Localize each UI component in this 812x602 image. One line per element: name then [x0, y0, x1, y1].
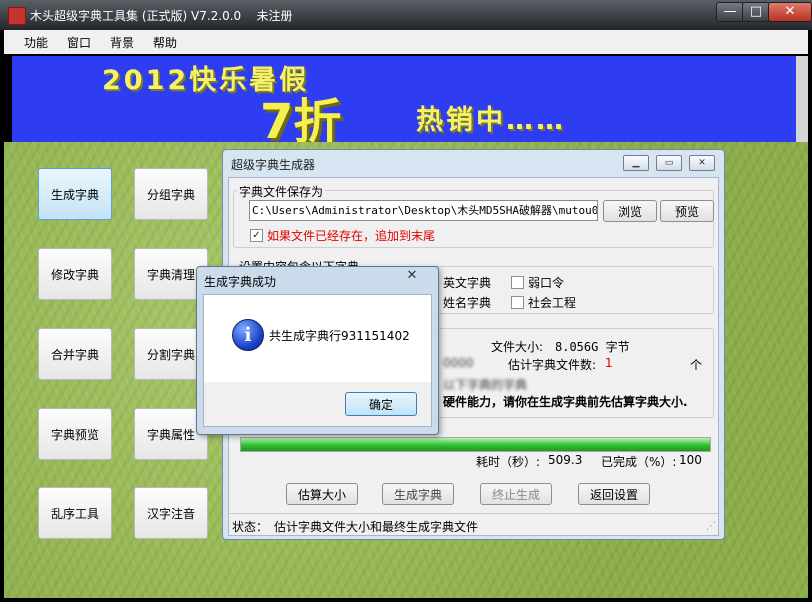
title-bar: 木头超级字典工具集 (正式版) V7.2.0.0 未注册 — □ ✕: [0, 0, 812, 30]
generator-title: 超级字典生成器: [231, 158, 316, 172]
option-english-label: 英文字典: [443, 276, 492, 290]
group-dictionary-button[interactable]: 分组字典: [134, 168, 208, 220]
dialog-title: 生成字典成功: [204, 275, 277, 289]
menu-help[interactable]: 帮助: [153, 34, 177, 51]
option-names-label: 姓名字典: [443, 296, 492, 310]
completed-value: 100: [679, 453, 702, 467]
progress-fill: [241, 438, 710, 451]
menu-function[interactable]: 功能: [24, 34, 48, 51]
dialog-footer: 确定: [203, 382, 432, 427]
menu-background[interactable]: 背景: [110, 34, 134, 51]
estimated-count-label: 估计字典文件数:: [508, 358, 597, 372]
elapsed-label: 耗时（秒）:: [476, 455, 541, 469]
menu-window[interactable]: 窗口: [67, 34, 91, 51]
banner-scrollbar[interactable]: [796, 56, 808, 142]
back-to-settings-button[interactable]: 返回设置: [578, 483, 650, 505]
menu-bar: 功能 窗口 背景 帮助: [4, 30, 808, 54]
close-button[interactable]: ✕: [768, 2, 812, 22]
browse-button[interactable]: 浏览: [603, 200, 657, 222]
ok-button[interactable]: 确定: [345, 392, 417, 416]
banner-tagline: 热销中……: [416, 105, 566, 136]
generator-close-button[interactable]: ✕: [689, 155, 715, 171]
status-label: 状态：: [232, 520, 269, 534]
option-social-engineering-label: 社会工程: [528, 296, 577, 310]
stop-generation-button[interactable]: 终止生成: [480, 483, 552, 505]
success-dialog: 生成字典成功 ✕ i 共生成字典行931151402 确定: [196, 266, 439, 435]
preview-button[interactable]: 预览: [660, 200, 714, 222]
blurred-option-label: 以下字典的字典: [443, 378, 528, 392]
minimize-button[interactable]: —: [716, 2, 744, 22]
append-checkbox-label: 如果文件已经存在，追加到末尾: [267, 229, 436, 243]
file-size-value: 8.056G 字节: [555, 340, 630, 354]
estimate-size-button[interactable]: 估算大小: [286, 483, 358, 505]
resize-grip-icon[interactable]: ⋰: [706, 521, 716, 532]
merge-dictionary-button[interactable]: 合并字典: [38, 328, 112, 380]
append-checkbox[interactable]: ✓: [250, 229, 263, 242]
save-path-input[interactable]: C:\Users\Administrator\Desktop\木头MD5SHA破…: [249, 200, 598, 221]
preview-dictionary-button[interactable]: 字典预览: [38, 408, 112, 460]
dialog-message: 共生成字典行931151402: [269, 329, 410, 343]
elapsed-value: 509.3: [548, 453, 583, 467]
save-group-label: 字典文件保存为: [237, 183, 326, 200]
modify-dictionary-button[interactable]: 修改字典: [38, 248, 112, 300]
status-divider: [229, 513, 718, 514]
dialog-body: i 共生成字典行931151402: [203, 294, 432, 384]
generation-progress-bar: [240, 437, 711, 452]
dialog-close-icon[interactable]: ✕: [404, 269, 420, 283]
generate-dictionary-button[interactable]: 生成字典: [38, 168, 112, 220]
estimated-count-value: 1: [605, 356, 613, 370]
estimate-warning: 硬件能力，请你在生成字典前先估算字典大小.: [443, 395, 688, 409]
app-icon: [8, 7, 26, 25]
social-engineering-checkbox[interactable]: [511, 296, 524, 309]
completed-label: 已完成（%）:: [601, 455, 677, 469]
maximize-button[interactable]: □: [742, 2, 770, 22]
shuffle-tool-button[interactable]: 乱序工具: [38, 487, 112, 539]
weak-password-checkbox[interactable]: [511, 276, 524, 289]
status-text: 估计字典文件大小和最终生成字典文件: [274, 520, 479, 534]
count-unit-label: 个: [690, 358, 703, 372]
window-title: 木头超级字典工具集 (正式版) V7.2.0.0 未注册: [30, 9, 293, 23]
blurred-field-value: 0000: [443, 356, 474, 370]
info-icon: i: [232, 319, 264, 351]
pinyin-tool-button[interactable]: 汉字注音: [134, 487, 208, 539]
generator-minimize-button[interactable]: ▁: [623, 155, 649, 171]
banner-discount: 7折: [260, 94, 342, 142]
promo-banner: 2012快乐暑假 7折 热销中……: [12, 56, 796, 142]
file-size-label: 文件大小:: [491, 340, 544, 354]
generate-button[interactable]: 生成字典: [382, 483, 454, 505]
option-weak-password-label: 弱口令: [528, 276, 565, 290]
generator-restore-button[interactable]: ▭: [656, 155, 682, 171]
